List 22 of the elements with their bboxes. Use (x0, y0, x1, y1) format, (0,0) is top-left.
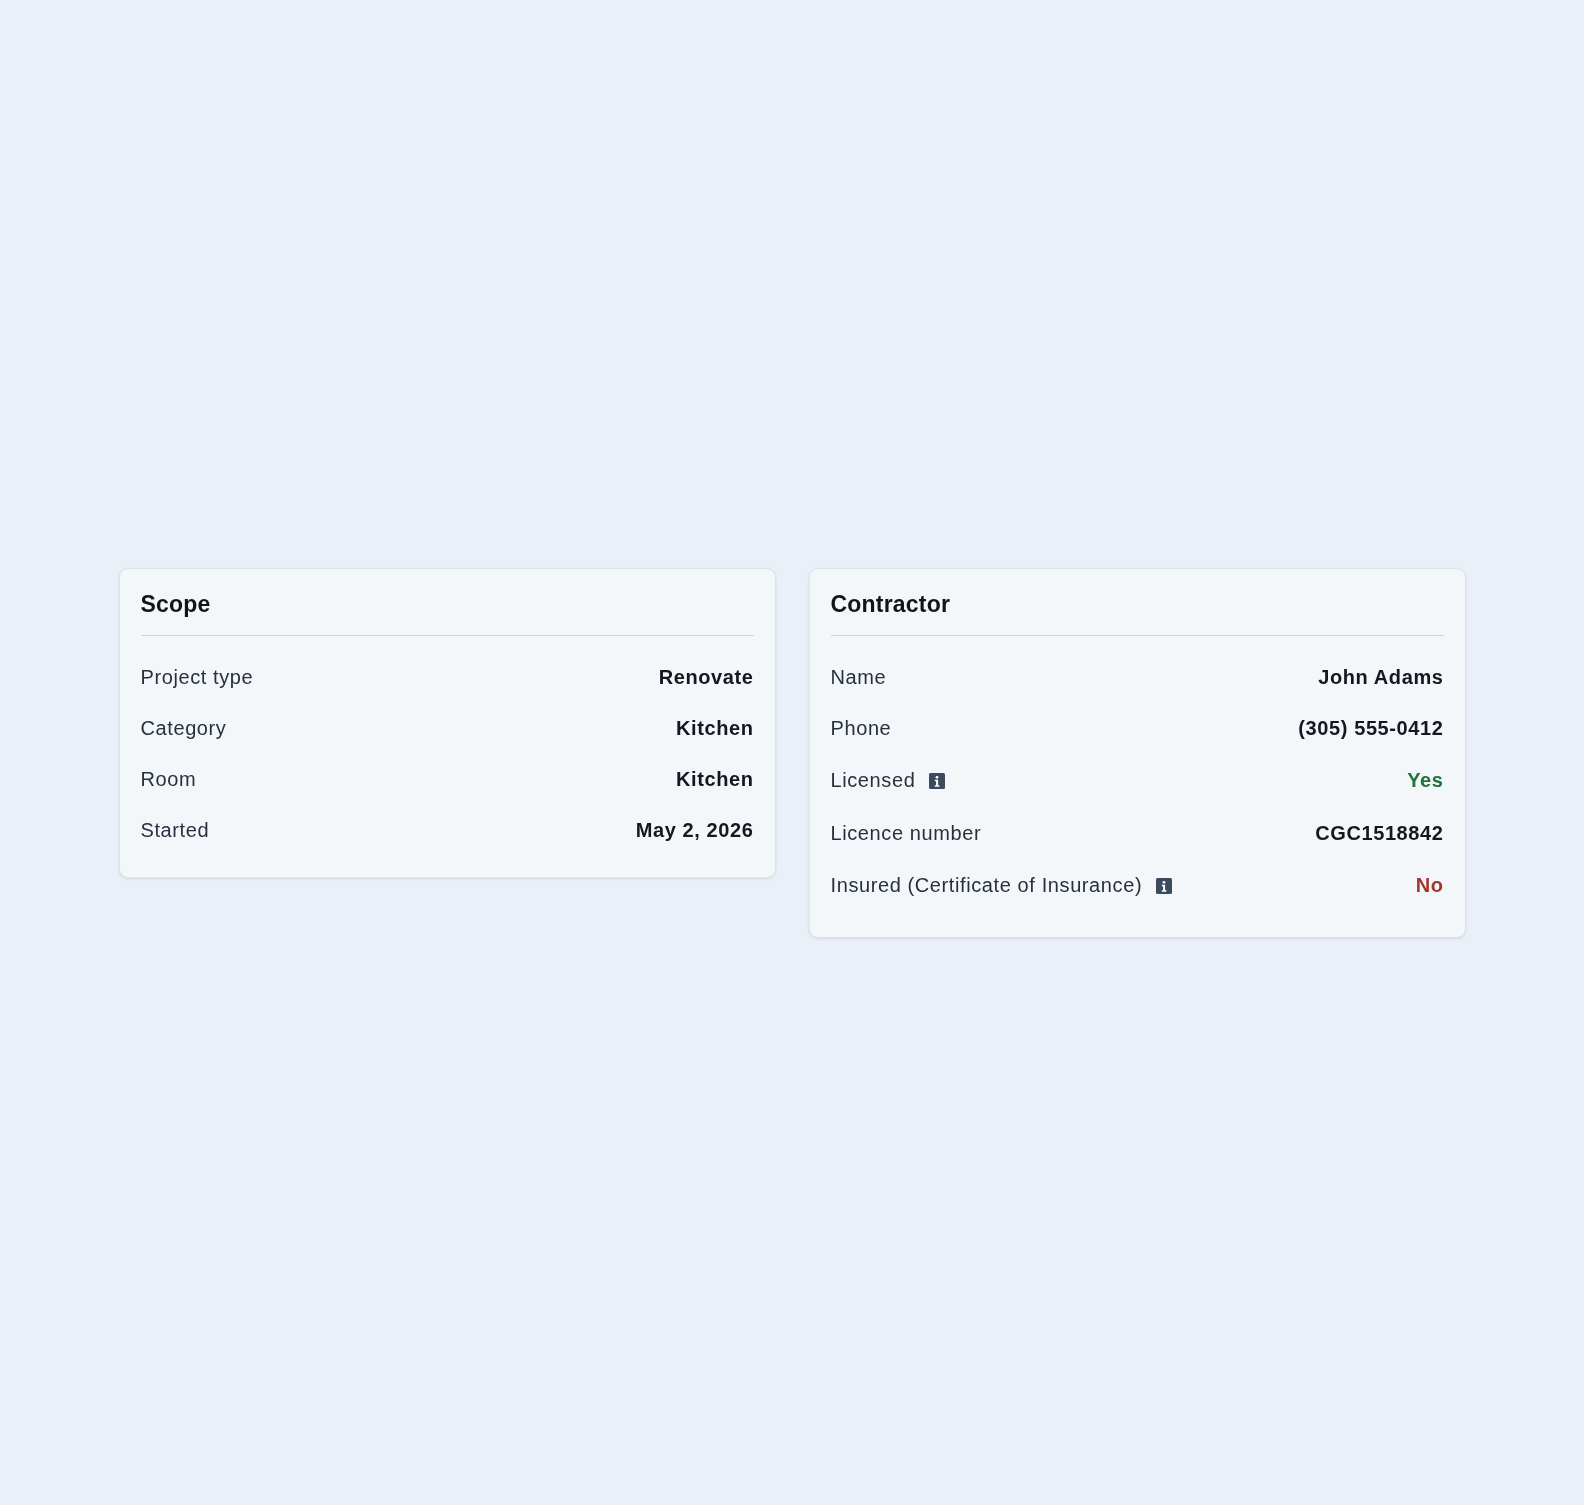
field-value: (305) 555-0412 (1298, 715, 1444, 741)
field-label: Licensed (830, 768, 916, 793)
info-icon[interactable] (1156, 877, 1173, 894)
field-label: Licence number (830, 820, 982, 846)
field-value: Kitchen (675, 715, 754, 741)
field-value: John Adams (1318, 664, 1444, 690)
field-value: CGC1518842 (1315, 820, 1444, 846)
field-value: May 2, 2026 (635, 817, 754, 843)
field-label: Project type (140, 664, 254, 690)
field-label: Phone (830, 715, 892, 741)
field-label: Started (140, 817, 210, 843)
card-title: Scope (140, 589, 212, 618)
field-value: Yes (1407, 768, 1444, 793)
field-value: Kitchen (675, 766, 754, 792)
card-title: Contractor (830, 589, 952, 618)
field-value: No (1415, 873, 1444, 898)
field-value: Renovate (658, 664, 754, 690)
field-label: Name (830, 664, 887, 690)
field-label: Category (140, 715, 227, 741)
info-icon[interactable] (929, 772, 946, 789)
field-label: Room (140, 766, 197, 792)
field-label: Insured (Certificate of Insurance) (830, 873, 1143, 898)
